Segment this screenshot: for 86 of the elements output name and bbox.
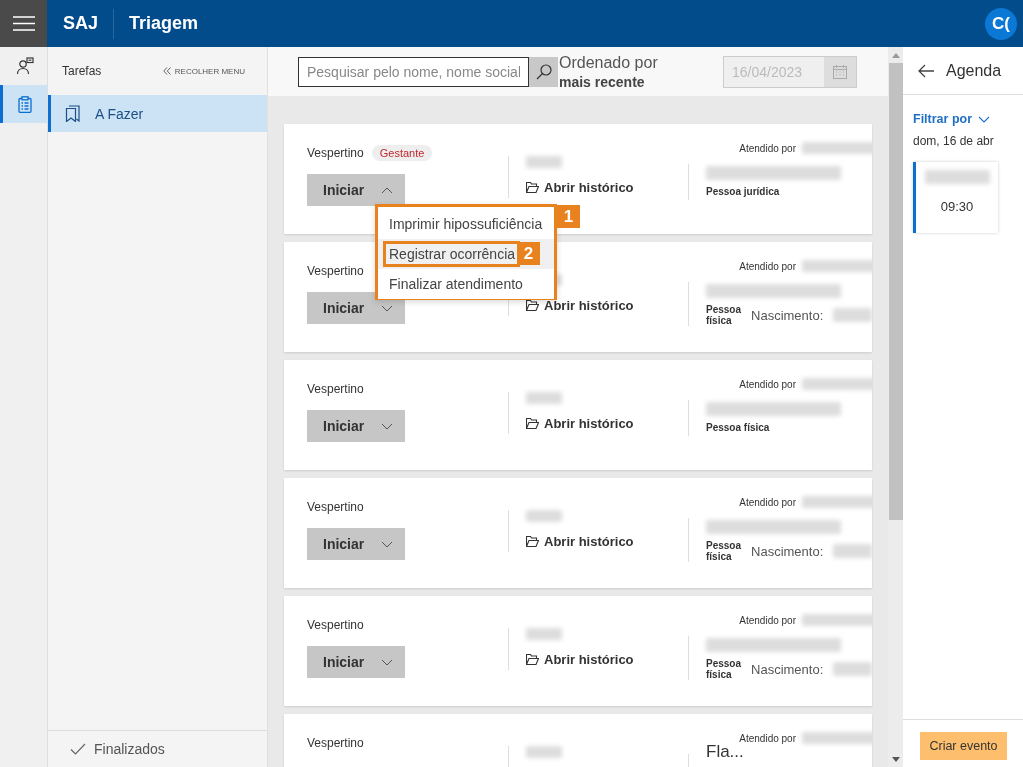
menu-item[interactable]: Registrar ocorrência 2 xyxy=(378,239,554,269)
status-tag: Gestante xyxy=(371,145,433,161)
step-badge: 1 xyxy=(557,205,580,228)
agenda-date: dom, 16 de abr xyxy=(913,134,995,148)
menu-icon xyxy=(12,16,35,31)
person-type: Pessoa física xyxy=(706,304,742,326)
shift-label: Vespertino xyxy=(307,264,364,278)
attended-label: Atendido por xyxy=(739,614,796,626)
person-chat-icon xyxy=(16,57,34,75)
finished-item[interactable]: Finalizados xyxy=(48,730,267,767)
section-title: Tarefas xyxy=(62,64,102,78)
blurred-text xyxy=(526,628,562,640)
start-button[interactable]: Iniciar xyxy=(307,410,405,442)
person-type: Pessoa jurídica xyxy=(706,186,781,197)
blurred-text xyxy=(802,496,872,508)
history-link[interactable]: Abrir histórico xyxy=(526,298,688,313)
scroll-down-arrow-icon[interactable] xyxy=(891,756,900,762)
history-link[interactable]: Abrir histórico xyxy=(526,534,688,549)
user-avatar[interactable]: C( xyxy=(985,7,1017,40)
blurred-text xyxy=(802,732,872,744)
blurred-text xyxy=(526,746,562,758)
rail-item[interactable] xyxy=(0,85,47,123)
birth-label: Nascimento: xyxy=(751,307,824,323)
shift-label: Vespertino xyxy=(307,736,364,750)
filter-dropdown[interactable]: Filtrar por xyxy=(913,112,991,126)
attended-label: Atendido por xyxy=(739,142,796,154)
collapse-menu-button[interactable]: RECOLHER MENU xyxy=(162,66,245,76)
search-button[interactable] xyxy=(529,56,558,87)
menu-button[interactable] xyxy=(0,0,47,47)
menu-item[interactable]: Imprimir hipossuficiência xyxy=(378,209,554,239)
shift-label: Vespertino xyxy=(307,618,364,632)
blurred-text xyxy=(924,170,990,184)
folder-icon xyxy=(526,654,539,665)
blurred-text xyxy=(802,614,872,626)
step-badge: 2 xyxy=(517,242,540,265)
person-type: Pessoa física xyxy=(706,540,742,562)
double-chevron-icon xyxy=(162,67,171,75)
history-link[interactable]: Abrir histórico xyxy=(526,180,688,195)
shift-label: Vespertino xyxy=(307,146,364,160)
blurred-text xyxy=(526,156,562,168)
sort-label: Ordenado por xyxy=(559,53,658,72)
sidebar-item[interactable]: A Fazer xyxy=(48,95,267,132)
blurred-text xyxy=(802,142,872,154)
folder-icon xyxy=(526,300,539,311)
attended-label: Atendido por xyxy=(739,496,796,508)
search-icon xyxy=(535,63,552,80)
folder-icon xyxy=(526,418,539,429)
back-button[interactable] xyxy=(918,63,934,78)
panel-title: Agenda xyxy=(946,61,1002,80)
check-icon xyxy=(70,743,86,755)
chevron-down-icon xyxy=(978,115,991,123)
blurred-text xyxy=(526,392,562,404)
blurred-text xyxy=(526,510,562,522)
start-button[interactable]: Iniciar xyxy=(307,292,405,324)
app-title: Triagem xyxy=(129,13,199,34)
start-button[interactable]: Iniciar xyxy=(307,528,405,560)
folder-icon xyxy=(526,536,539,547)
event-card[interactable]: 09:30 xyxy=(913,162,998,233)
create-event-button[interactable]: Criar evento xyxy=(920,732,1007,760)
event-time: 09:30 xyxy=(940,199,974,214)
birth-label: Nascimento: xyxy=(751,661,824,677)
person-type: Pessoa física xyxy=(706,658,742,680)
clipboard-icon xyxy=(18,95,32,113)
blurred-text xyxy=(802,260,872,272)
history-link[interactable]: Abrir histórico xyxy=(526,416,688,431)
blurred-text xyxy=(802,378,872,390)
brand-logo: SAJ xyxy=(63,13,98,34)
attended-label: Atendido por xyxy=(739,260,796,272)
sort-value[interactable]: mais recente xyxy=(559,73,658,90)
blurred-text xyxy=(833,308,872,322)
shift-label: Vespertino xyxy=(307,500,364,514)
start-button[interactable]: Iniciar xyxy=(307,174,405,206)
start-button[interactable]: Iniciar xyxy=(307,646,405,678)
person-type: Pessoa física xyxy=(706,422,771,433)
birth-label: Nascimento: xyxy=(751,543,824,559)
arrow-left-icon xyxy=(918,63,934,78)
attended-label: Atendido por xyxy=(739,732,796,744)
blurred-text xyxy=(833,544,872,558)
search-field[interactable]: Pesquisar pelo nome, nome social xyxy=(298,56,529,87)
attended-label: Atendido por xyxy=(739,378,796,390)
blurred-text xyxy=(833,662,872,676)
shift-label: Vespertino xyxy=(307,382,364,396)
record-title: Fla... xyxy=(706,742,745,761)
folder-icon xyxy=(526,182,539,193)
bookmark-icon xyxy=(65,105,81,122)
history-link[interactable]: Abrir histórico xyxy=(526,652,688,667)
